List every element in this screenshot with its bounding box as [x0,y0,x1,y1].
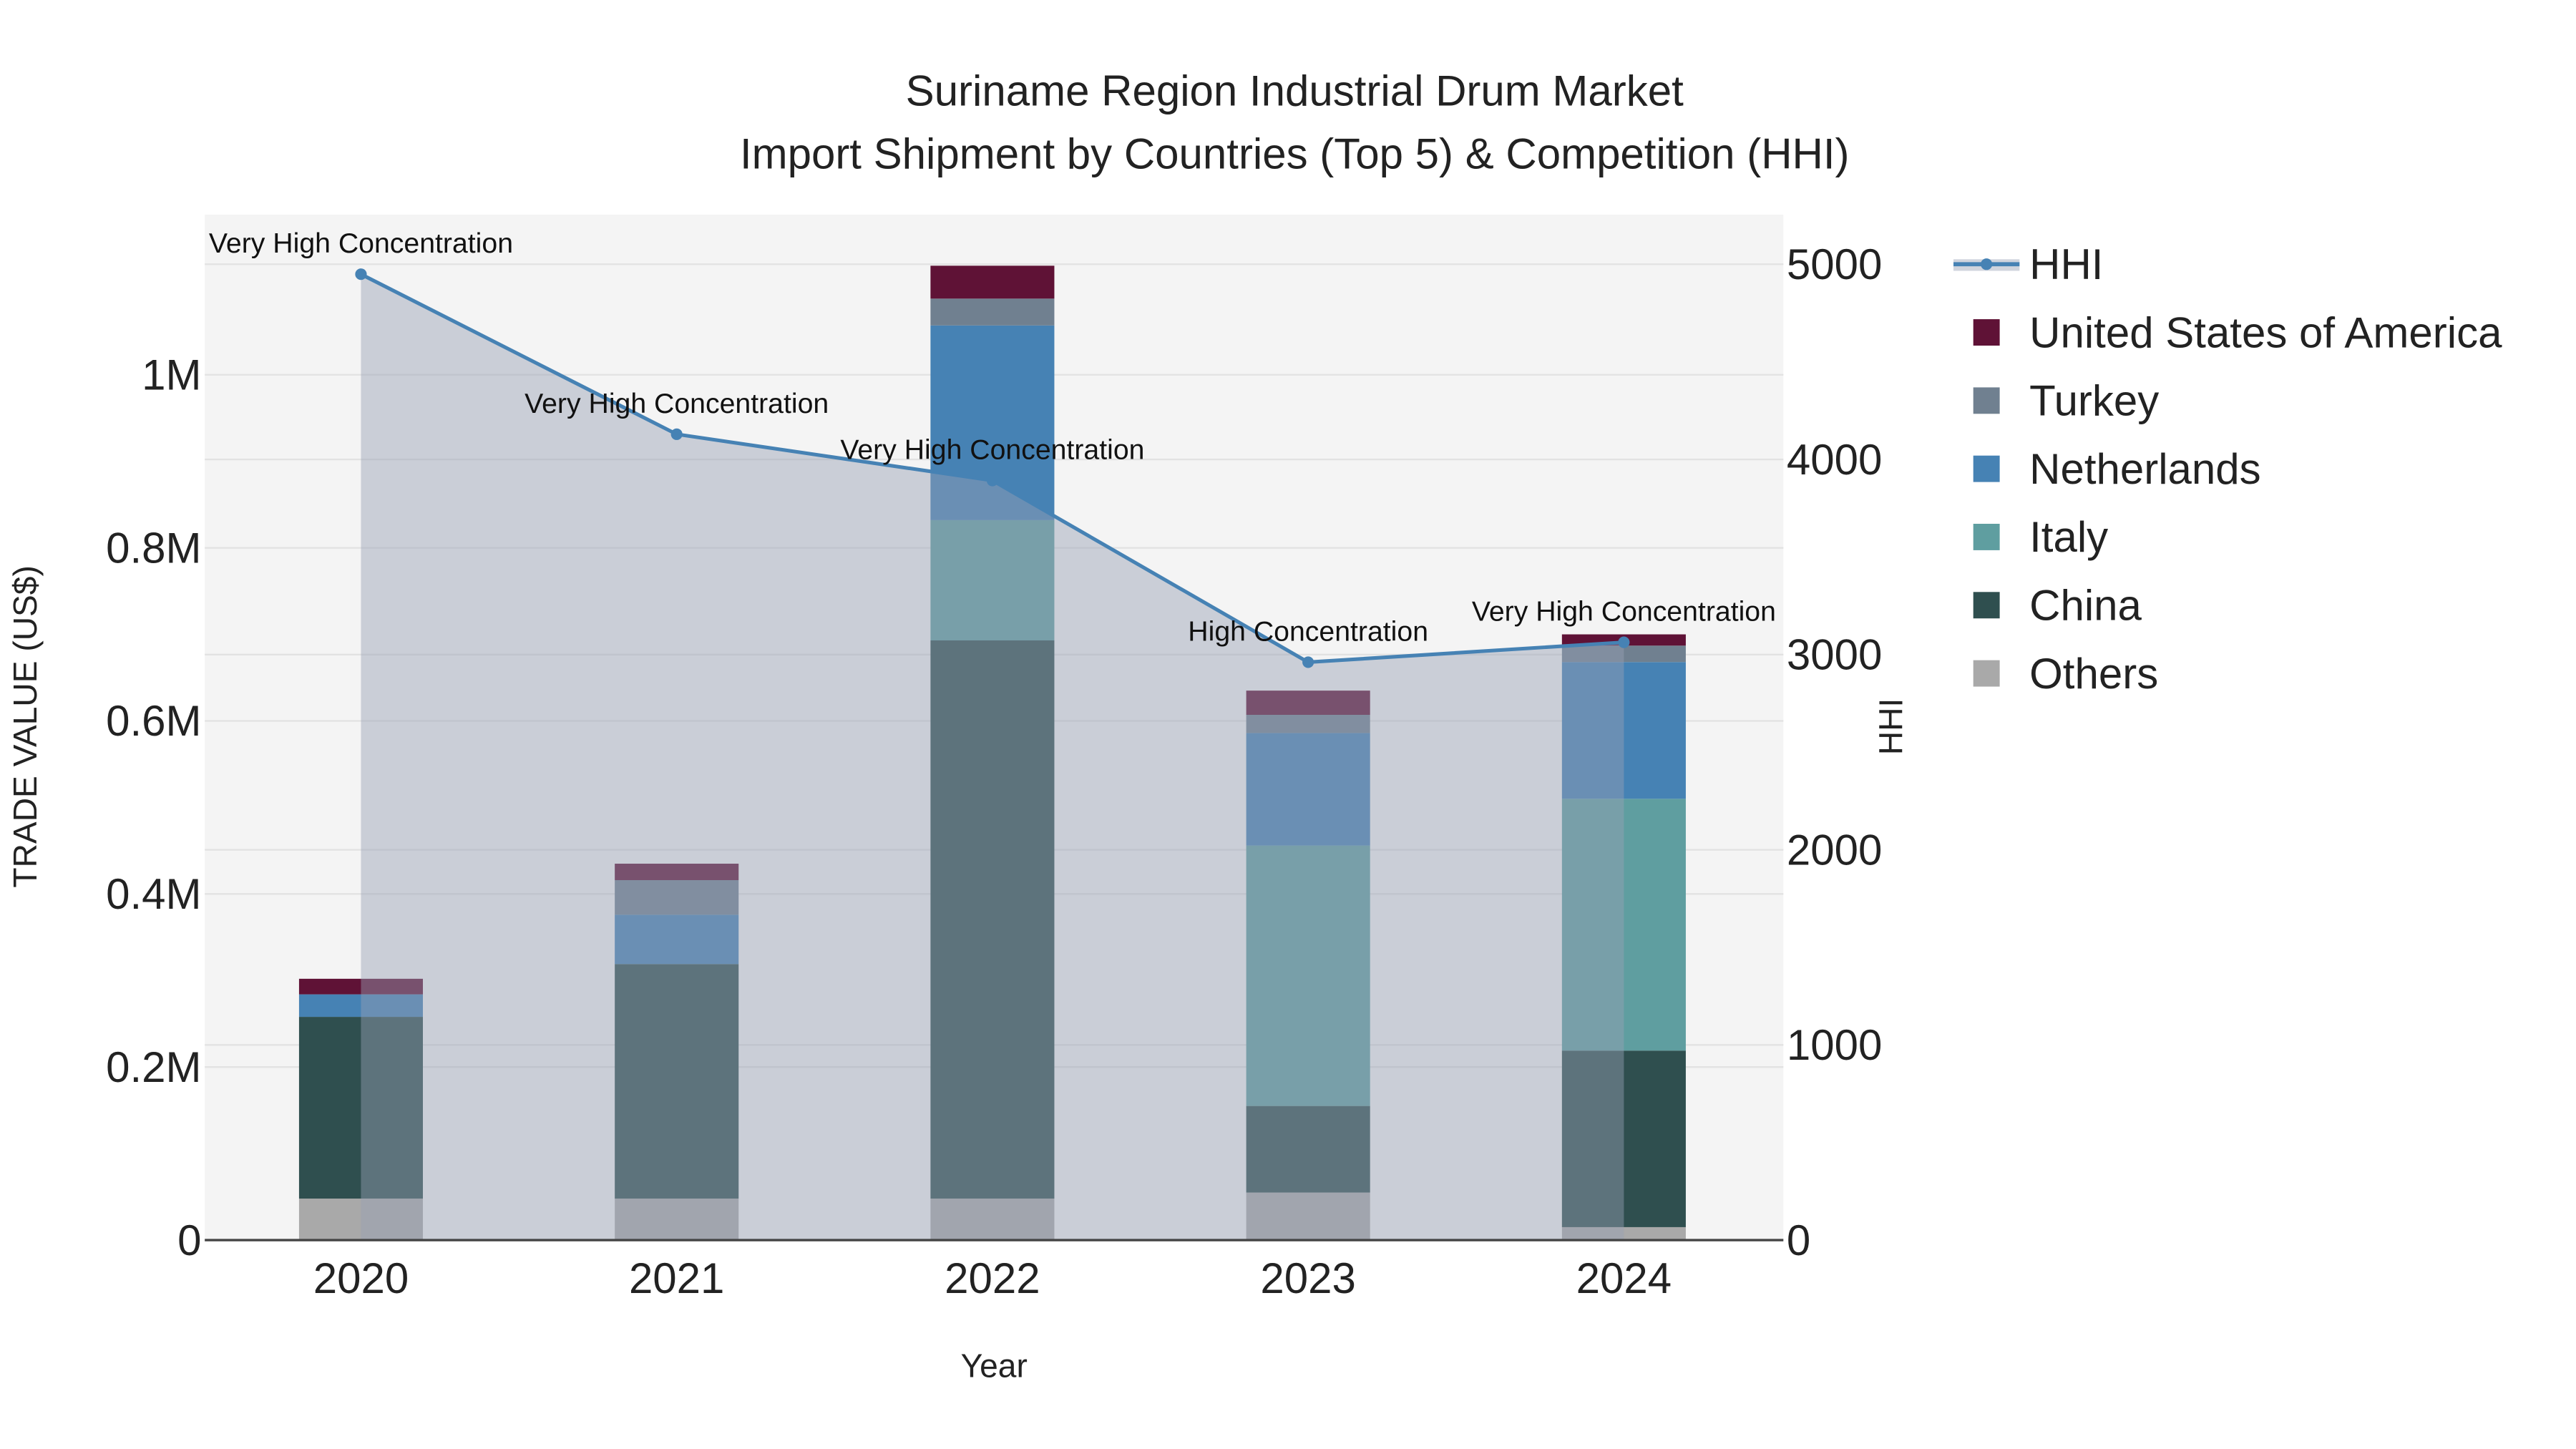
x-tick-label: 2023 [1260,1254,1355,1302]
y2-tick-label: 0 [1787,1216,1810,1264]
hhi-point [670,428,683,440]
hhi-annotation: Very High Concentration [525,388,829,419]
legend-label: Netherlands [2029,445,2261,493]
hhi-point [986,474,998,487]
y2-tick-label: 3000 [1787,631,1882,679]
y-tick-label: 0.8M [106,524,201,572]
y-tick-label: 0.6M [106,697,201,745]
legend-swatch [1973,319,2000,346]
y-axis-title: TRADE VALUE (US$) [6,565,44,887]
bar-segment-united-states-of-america [930,265,1055,299]
x-tick-label: 2022 [945,1254,1040,1302]
legend-swatch [1973,455,2000,482]
x-tick-label: 2024 [1576,1254,1672,1302]
chart-title: Suriname Region Industrial Drum Market [906,67,1684,115]
y2-tick-label: 2000 [1787,826,1882,874]
y-tick-label: 1M [142,351,201,399]
legend-label: United States of America [2029,308,2502,356]
legend-swatch [1973,387,2000,414]
hhi-annotation: Very High Concentration [840,434,1144,465]
y2-axis-title: HHI [1872,698,1909,755]
hhi-annotation: Very High Concentration [1472,596,1776,628]
hhi-annotation: Very High Concentration [209,228,513,259]
hhi-point [1302,656,1314,668]
legend-label: Others [2029,650,2158,698]
legend-swatch [1973,592,2000,619]
chart-subtitle: Import Shipment by Countries (Top 5) & C… [740,130,1850,177]
legend-swatch-hhi-point [1981,258,1993,270]
legend-label: HHI [2029,240,2103,288]
y-tick-label: 0 [177,1216,201,1264]
y2-tick-label: 5000 [1787,240,1882,288]
hhi-point [355,268,367,280]
legend-swatch [1973,524,2000,550]
legend-label: Turkey [2029,377,2159,425]
y-tick-label: 0.4M [106,870,201,918]
legend-label: Italy [2029,513,2108,561]
x-axis-title: Year [961,1347,1028,1385]
x-tick-label: 2020 [313,1254,409,1302]
y2-tick-label: 1000 [1787,1021,1882,1069]
hhi-point [1618,636,1630,648]
legend-label: China [2029,582,2142,630]
bar-segment-turkey [930,298,1055,326]
legend-swatch [1973,660,2000,687]
chart: Suriname Region Industrial Drum Market I… [0,0,2576,1449]
x-tick-label: 2021 [629,1254,724,1302]
hhi-annotation: High Concentration [1188,615,1428,647]
y2-tick-label: 4000 [1787,436,1882,484]
y-tick-label: 0.2M [106,1043,201,1091]
